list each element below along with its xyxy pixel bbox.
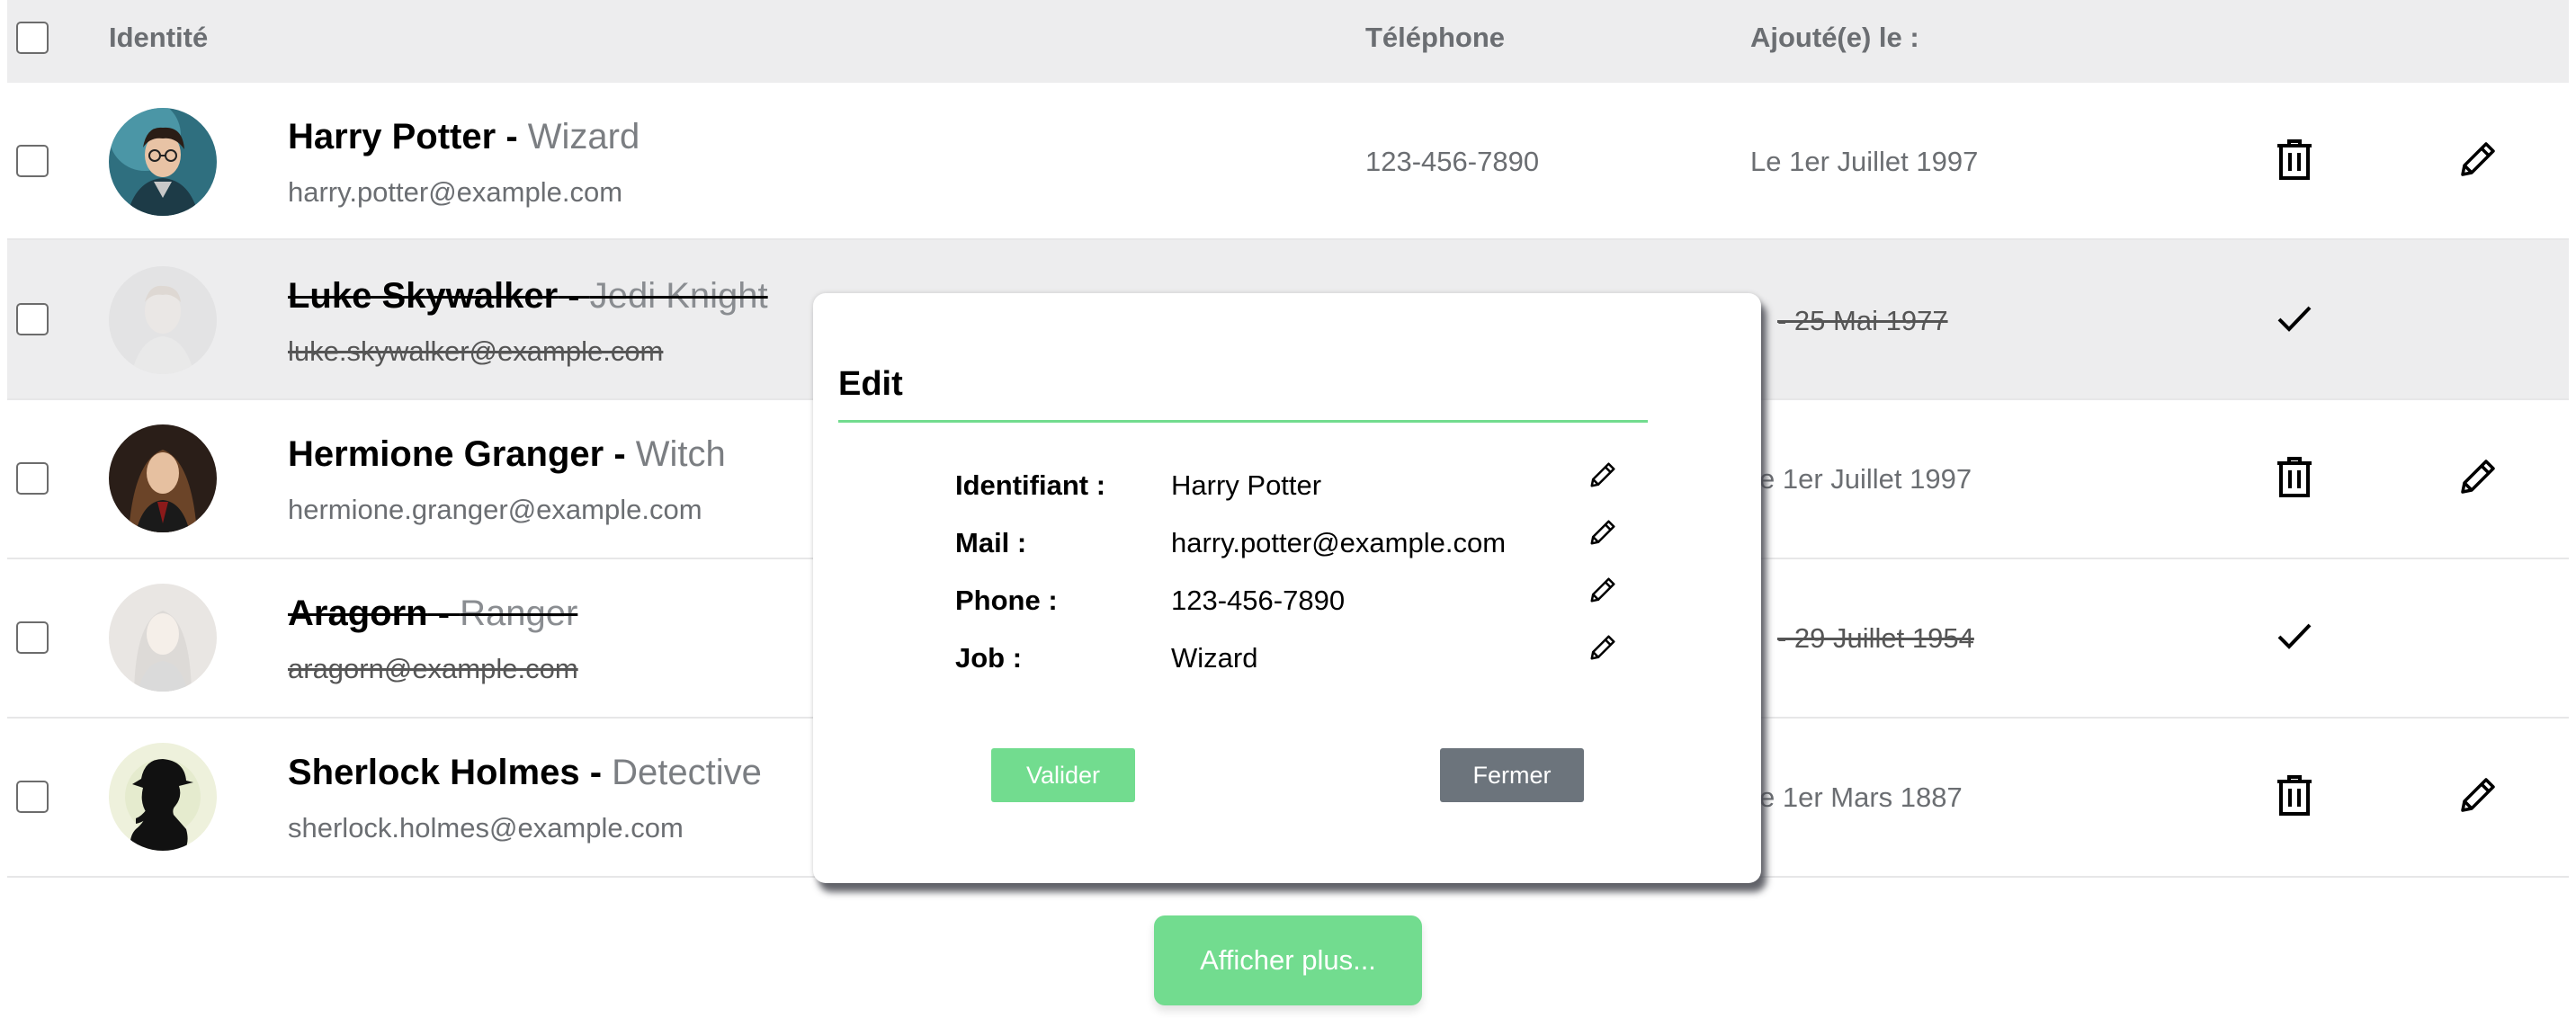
trash-icon[interactable] xyxy=(2272,454,2317,499)
avatar xyxy=(109,108,217,216)
header-identity: Identité xyxy=(109,22,209,53)
avatar xyxy=(109,266,217,374)
person-job: Ranger xyxy=(460,594,578,633)
person-name: Hermione Granger - Witch xyxy=(288,434,726,474)
person-email: luke.skywalker@example.com xyxy=(288,335,664,367)
person-email: sherlock.holmes@example.com xyxy=(288,812,684,844)
person-name: Harry Potter - Wizard xyxy=(288,117,640,156)
field-label-mail: Mail : xyxy=(955,527,1027,558)
check-icon[interactable] xyxy=(2272,296,2317,341)
header-phone: Téléphone xyxy=(1365,22,1506,53)
pencil-icon[interactable] xyxy=(2455,772,2500,817)
table-header: Identité Téléphone Ajouté(e) le : xyxy=(7,0,2569,83)
person-job: Witch xyxy=(635,434,726,474)
avatar xyxy=(109,584,217,692)
person-email: hermione.granger@example.com xyxy=(288,494,702,525)
added-date: - 29 Juillet 1954 xyxy=(1777,622,1974,654)
show-more-button[interactable]: Afficher plus... xyxy=(1154,915,1422,1005)
pencil-icon[interactable] xyxy=(2455,137,2500,182)
pencil-icon[interactable] xyxy=(1587,459,1619,491)
added-date: e 1er Mars 1887 xyxy=(1759,781,1963,813)
field-value-job: Wizard xyxy=(1171,642,1258,674)
row-checkbox[interactable] xyxy=(16,145,49,177)
field-value-identifiant: Harry Potter xyxy=(1171,469,1322,501)
person-phone: 123-456-7890 xyxy=(1365,146,1540,177)
check-icon[interactable] xyxy=(2272,613,2317,658)
pencil-icon[interactable] xyxy=(1587,574,1619,606)
close-button[interactable]: Fermer xyxy=(1440,748,1584,802)
avatar xyxy=(109,424,217,532)
select-all-checkbox[interactable] xyxy=(16,22,49,54)
pencil-icon[interactable] xyxy=(1587,631,1619,664)
person-job: Jedi Knight xyxy=(589,276,768,316)
pencil-icon[interactable] xyxy=(1587,516,1619,549)
header-added: Ajouté(e) le : xyxy=(1750,22,1919,53)
added-date: e 1er Juillet 1997 xyxy=(1759,463,1972,495)
table-row: Harry Potter - Wizard harry.potter@examp… xyxy=(7,83,2569,240)
field-label-job: Job : xyxy=(955,642,1023,674)
field-label-identifiant: Identifiant : xyxy=(955,469,1106,501)
added-date: Le 1er Juillet 1997 xyxy=(1750,146,1979,177)
person-name: Aragorn - Ranger xyxy=(288,594,578,633)
person-name: Sherlock Holmes - Detective xyxy=(288,753,762,792)
field-value-phone: 123-456-7890 xyxy=(1171,585,1346,616)
person-email: harry.potter@example.com xyxy=(288,176,623,208)
row-checkbox[interactable] xyxy=(16,303,49,335)
modal-divider xyxy=(838,420,1648,423)
person-job: Wizard xyxy=(527,117,640,156)
field-value-mail: harry.potter@example.com xyxy=(1171,527,1507,558)
added-date: - 25 Mai 1977 xyxy=(1777,305,1948,336)
person-job: Detective xyxy=(612,753,762,792)
validate-button[interactable]: Valider xyxy=(991,748,1135,802)
row-checkbox[interactable] xyxy=(16,462,49,495)
person-name: Luke Skywalker - Jedi Knight xyxy=(288,276,768,316)
person-email: aragorn@example.com xyxy=(288,653,578,684)
row-checkbox[interactable] xyxy=(16,781,49,813)
pencil-icon[interactable] xyxy=(2455,454,2500,499)
avatar xyxy=(109,743,217,851)
edit-modal: Edit Identifiant : Harry Potter Mail : h… xyxy=(813,293,1761,883)
field-label-phone: Phone : xyxy=(955,585,1058,616)
trash-icon[interactable] xyxy=(2272,772,2317,817)
trash-icon[interactable] xyxy=(2272,137,2317,182)
modal-title: Edit xyxy=(838,365,903,403)
row-checkbox[interactable] xyxy=(16,621,49,654)
